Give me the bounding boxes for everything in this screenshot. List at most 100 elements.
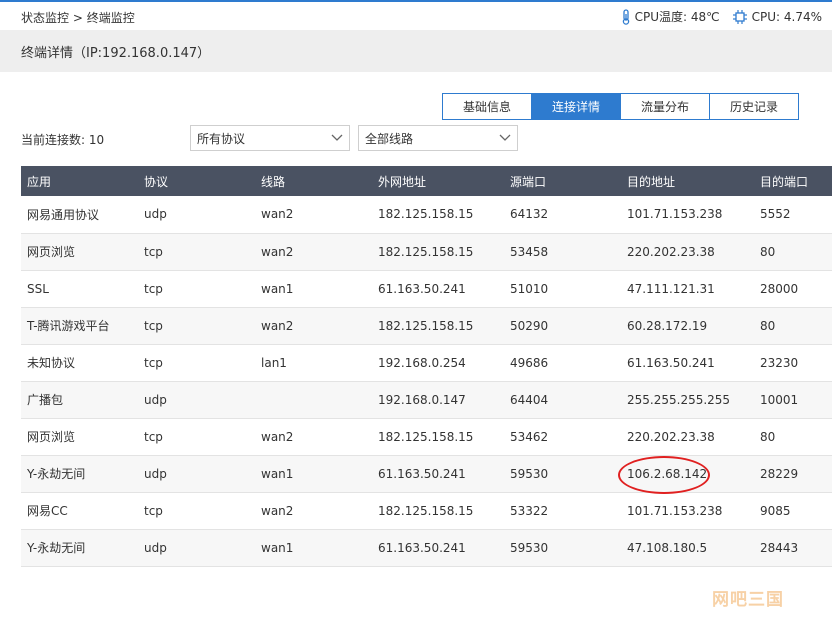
cell-external-address: 61.163.50.241 (372, 455, 504, 493)
breadcrumb-current: 终端监控 (86, 11, 135, 25)
cell-destination-address: 101.71.153.238 (621, 196, 754, 234)
table-row: Y-永劫无间 udp wan1 61.163.50.241 59530 106.… (21, 455, 832, 493)
cell-external-address: 182.125.158.15 (372, 196, 504, 234)
top-bar: 状态监控 > 终端监控 CPU温度: 48℃ CPU: 4.74% (0, 0, 832, 30)
col-header-external-address: 外网地址 (372, 166, 504, 196)
breadcrumb-parent[interactable]: 状态监控 (21, 9, 69, 26)
breadcrumb-separator: > (69, 11, 87, 25)
cell-protocol: tcp (138, 307, 255, 345)
cell-line: wan2 (255, 492, 372, 530)
thermometer-icon (622, 8, 629, 25)
cell-app: T-腾讯游戏平台 (21, 307, 138, 345)
cell-destination-port: 80 (754, 418, 832, 456)
cpu-temp-label: CPU温度: 48℃ (634, 10, 720, 24)
table-row: 网页浏览 tcp wan2 182.125.158.15 53458 220.2… (21, 233, 832, 271)
tab-traffic-distribution[interactable]: 流量分布 (620, 93, 710, 120)
chevron-down-icon (331, 134, 343, 141)
cell-app: SSL (21, 270, 138, 308)
table-row: 广播包 udp 192.168.0.147 64404 255.255.255.… (21, 381, 832, 419)
cell-external-address: 182.125.158.15 (372, 418, 504, 456)
col-header-destination-address: 目的地址 (621, 166, 754, 196)
cell-protocol: tcp (138, 418, 255, 456)
cell-source-port: 64404 (504, 381, 621, 419)
cell-app: 未知协议 (21, 344, 138, 382)
col-header-destination-port: 目的端口 (754, 166, 832, 196)
table-header-row: 应用 协议 线路 外网地址 源端口 目的地址 目的端口 (21, 166, 832, 196)
cell-line: wan2 (255, 233, 372, 271)
table-row: Y-永劫无间 udp wan1 61.163.50.241 59530 47.1… (21, 529, 832, 567)
cell-app: Y-永劫无间 (21, 455, 138, 493)
cell-destination-address: 60.28.172.19 (621, 307, 754, 345)
cell-destination-port: 80 (754, 233, 832, 271)
col-header-source-port: 源端口 (504, 166, 621, 196)
cell-source-port: 64132 (504, 196, 621, 234)
cell-protocol: udp (138, 529, 255, 567)
col-header-protocol: 协议 (138, 166, 255, 196)
cpu-chip-icon (732, 9, 747, 24)
cell-destination-address: 61.163.50.241 (621, 344, 754, 382)
tab-basic-info[interactable]: 基础信息 (442, 93, 532, 120)
cell-protocol: tcp (138, 233, 255, 271)
cell-external-address: 192.168.0.147 (372, 381, 504, 419)
cpu-temp-status: CPU温度: 48℃ (621, 8, 720, 25)
table-row: 未知协议 tcp lan1 192.168.0.254 49686 61.163… (21, 344, 832, 382)
cell-source-port: 59530 (504, 529, 621, 567)
cell-protocol: udp (138, 381, 255, 419)
tab-history[interactable]: 历史记录 (709, 93, 799, 120)
cell-protocol: tcp (138, 492, 255, 530)
cell-protocol: tcp (138, 270, 255, 308)
cell-protocol: udp (138, 196, 255, 234)
cell-source-port: 50290 (504, 307, 621, 345)
cell-line: wan2 (255, 196, 372, 234)
cell-app: 网页浏览 (21, 418, 138, 456)
cell-app: 网易通用协议 (21, 196, 138, 234)
protocol-select[interactable]: 所有协议 (190, 125, 350, 151)
tab-connection-details[interactable]: 连接详情 (531, 93, 621, 120)
table-row: 网易CC tcp wan2 182.125.158.15 53322 101.7… (21, 492, 832, 530)
cell-app: 广播包 (21, 381, 138, 419)
cell-destination-port: 9085 (754, 492, 832, 530)
cell-external-address: 61.163.50.241 (372, 529, 504, 567)
cell-destination-address: 220.202.23.38 (621, 418, 754, 456)
cell-destination-port: 28443 (754, 529, 832, 567)
cpu-usage-label: CPU: 4.74% (751, 9, 822, 24)
cell-destination-address: 47.111.121.31 (621, 270, 754, 308)
cell-external-address: 182.125.158.15 (372, 233, 504, 271)
detail-tabs: 基础信息 连接详情 流量分布 历史记录 (442, 93, 799, 120)
cell-external-address: 192.168.0.254 (372, 344, 504, 382)
cell-external-address: 182.125.158.15 (372, 492, 504, 530)
cell-line: wan1 (255, 529, 372, 567)
line-select[interactable]: 全部线路 (358, 125, 518, 151)
cell-line: wan1 (255, 455, 372, 493)
title-bar: 终端详情（IP:192.168.0.147） (0, 30, 832, 72)
protocol-select-value: 所有协议 (197, 131, 246, 146)
cpu-usage-status: CPU: 4.74% (732, 9, 822, 25)
cell-destination-port: 10001 (754, 381, 832, 419)
connection-count: 当前连接数: 10 (21, 133, 105, 147)
cell-destination-address: 47.108.180.5 (621, 529, 754, 567)
cell-app: 网易CC (21, 492, 138, 530)
cell-line: lan1 (255, 344, 372, 382)
watermark-logo: 网吧三国 (712, 590, 784, 610)
chevron-down-icon (499, 134, 511, 141)
cell-source-port: 53322 (504, 492, 621, 530)
table-row: 网易通用协议 udp wan2 182.125.158.15 64132 101… (21, 196, 832, 234)
cell-destination-port: 28000 (754, 270, 832, 308)
breadcrumb: 状态监控 > 终端监控 (21, 9, 135, 26)
cell-source-port: 53458 (504, 233, 621, 271)
line-select-value: 全部线路 (365, 131, 414, 146)
table-row: 网页浏览 tcp wan2 182.125.158.15 53462 220.2… (21, 418, 832, 456)
cell-external-address: 182.125.158.15 (372, 307, 504, 345)
cell-source-port: 53462 (504, 418, 621, 456)
cell-source-port: 49686 (504, 344, 621, 382)
table-row: T-腾讯游戏平台 tcp wan2 182.125.158.15 50290 6… (21, 307, 832, 345)
cell-source-port: 59530 (504, 455, 621, 493)
cell-destination-port: 23230 (754, 344, 832, 382)
cell-destination-port: 5552 (754, 196, 832, 234)
cell-line: wan2 (255, 418, 372, 456)
col-header-app: 应用 (21, 166, 138, 196)
system-status: CPU温度: 48℃ CPU: 4.74% (609, 8, 822, 25)
cell-protocol: tcp (138, 344, 255, 382)
cell-destination-address: 101.71.153.238 (621, 492, 754, 530)
cell-line: wan1 (255, 270, 372, 308)
